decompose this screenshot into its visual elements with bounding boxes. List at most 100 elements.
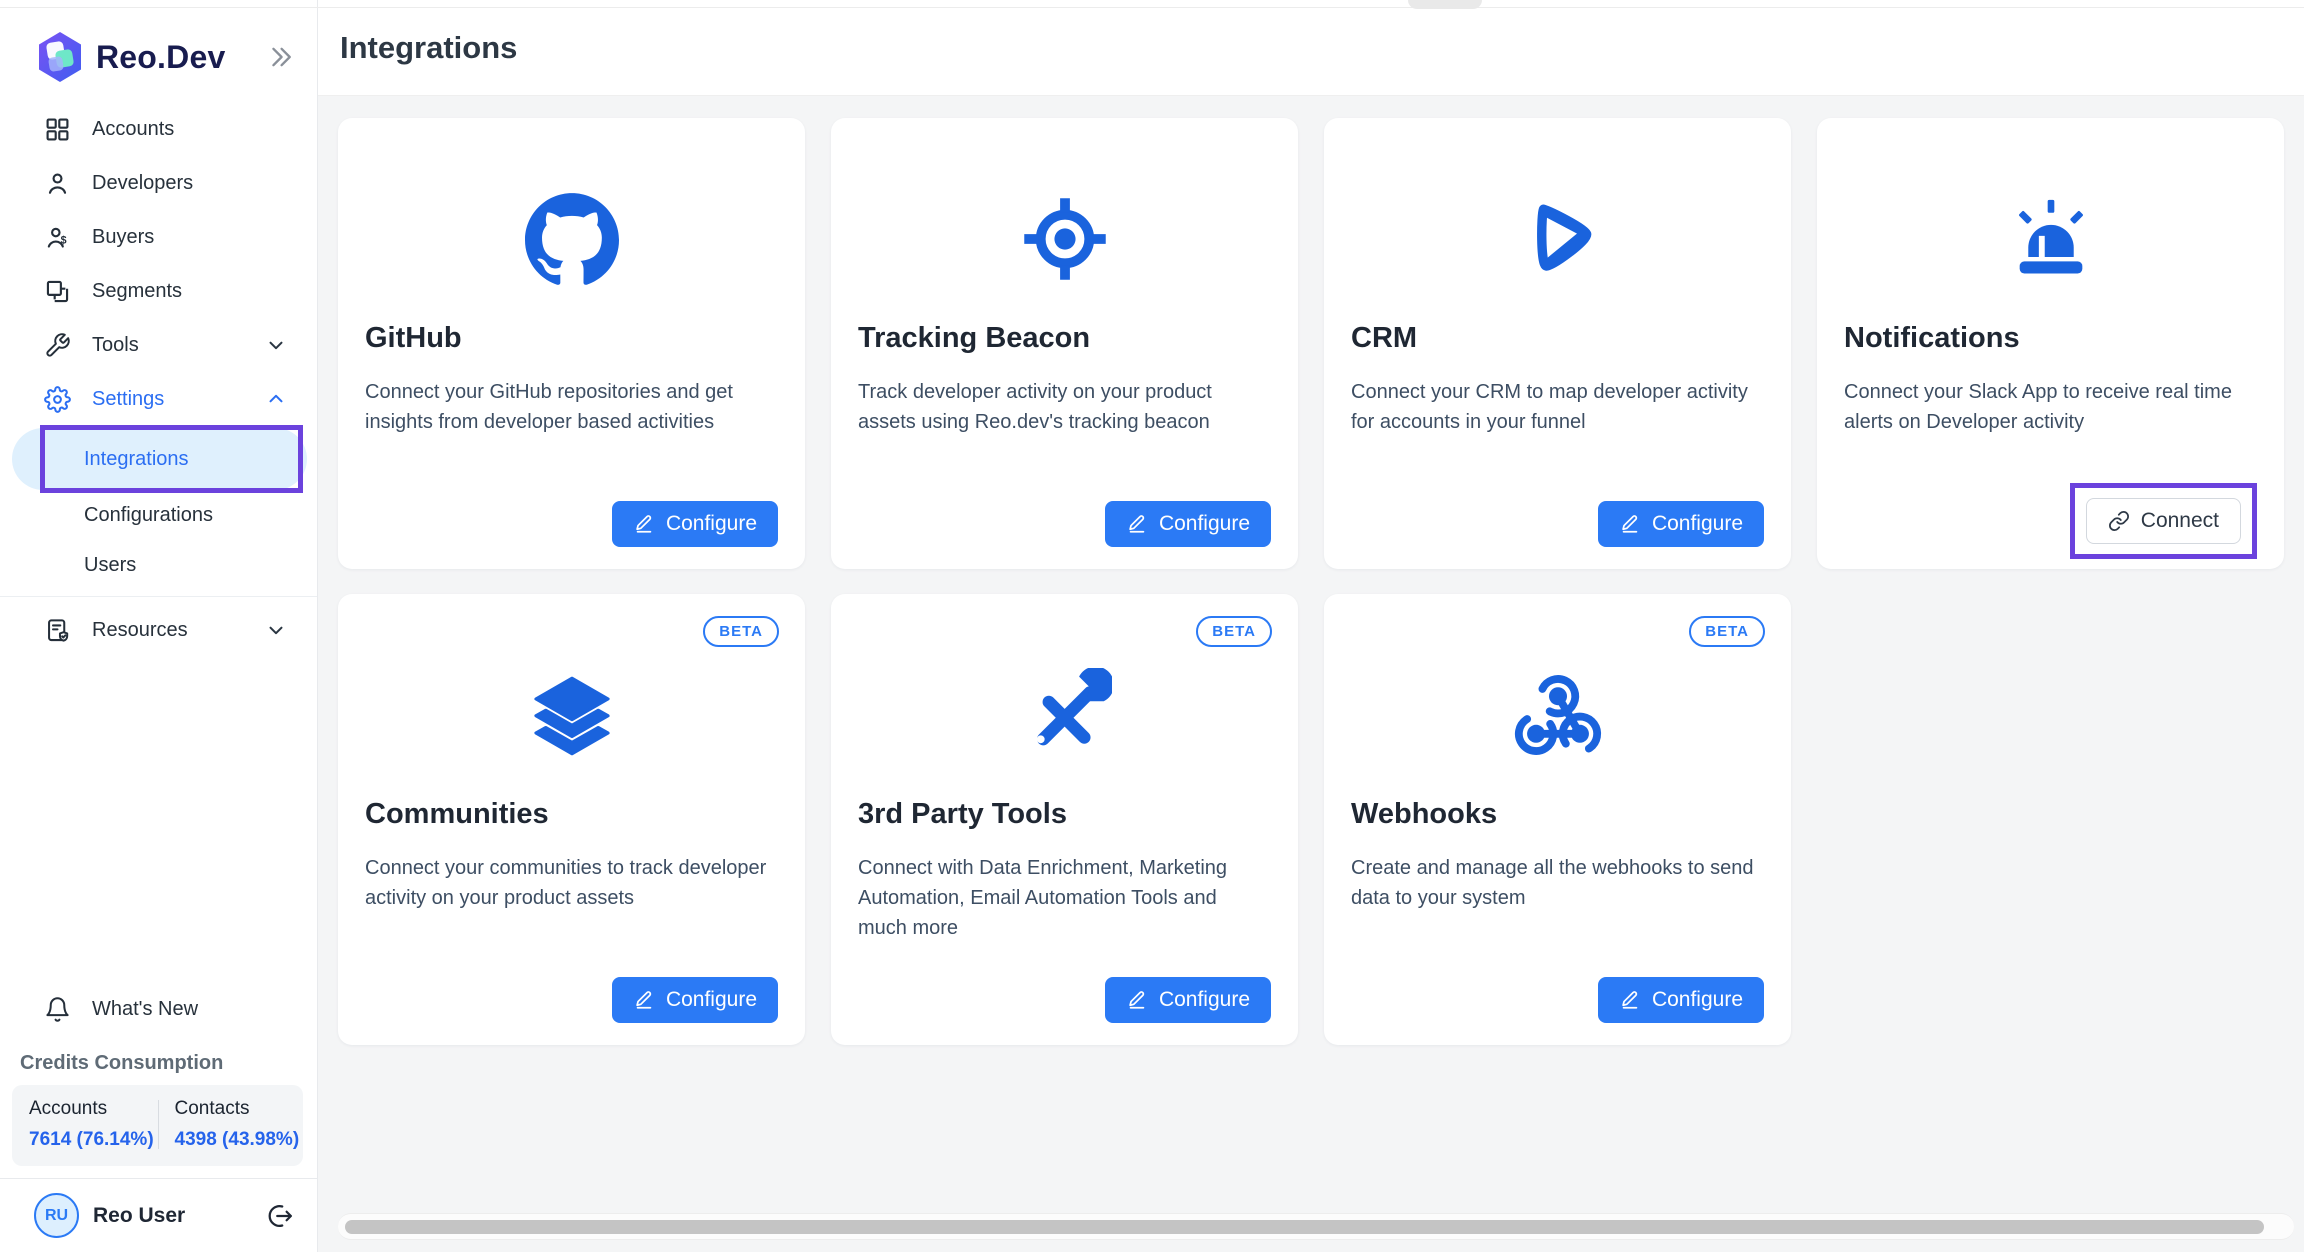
- whats-new-button[interactable]: What's New: [0, 982, 317, 1036]
- card-title: Communities: [365, 798, 778, 831]
- button-label: Configure: [1652, 512, 1743, 536]
- avatar: RU: [34, 1193, 79, 1238]
- integration-card-crm: CRM Connect your CRM to map developer ac…: [1324, 118, 1791, 569]
- edit-pencil-icon: [633, 513, 655, 535]
- card-title: 3rd Party Tools: [858, 798, 1271, 831]
- gear-icon: [44, 386, 71, 413]
- sidebar-bottom: What's New Credits Consumption Accounts …: [0, 982, 317, 1252]
- configure-button[interactable]: Configure: [1105, 977, 1271, 1023]
- edit-pencil-icon: [1126, 989, 1148, 1011]
- button-label: Configure: [1159, 988, 1250, 1012]
- logo-row: Reo.Dev: [0, 0, 317, 96]
- chevron-up-icon: [265, 388, 287, 410]
- integration-card-3rd-party-tools: BETA 3rd Party Tools Connect with Da: [831, 594, 1298, 1045]
- crosshair-icon: [858, 164, 1271, 314]
- sidebar-item-settings[interactable]: Settings: [0, 372, 317, 426]
- reo-dev-logo-icon: [36, 31, 84, 83]
- card-description: Track developer activity on your product…: [858, 377, 1271, 437]
- integration-card-github: GitHub Connect your GitHub repositories …: [338, 118, 805, 569]
- configure-button[interactable]: Configure: [612, 501, 778, 547]
- webhook-icon: [1351, 640, 1764, 790]
- button-label: Connect: [2141, 509, 2219, 533]
- button-label: Configure: [1159, 512, 1250, 536]
- chevron-down-icon: [265, 334, 287, 356]
- sidebar-item-resources[interactable]: Resources: [0, 603, 317, 657]
- link-icon: [2108, 510, 2130, 532]
- main-area: Integrations GitHub Connect your GitHub …: [318, 0, 2304, 1252]
- sidebar-item-configurations[interactable]: Configurations: [0, 490, 317, 540]
- main-header: Integrations: [318, 0, 2304, 96]
- card-title: CRM: [1351, 322, 1764, 355]
- horizontal-scrollbar-track[interactable]: [338, 1213, 2294, 1240]
- sidebar: Reo.Dev Accounts Developers: [0, 0, 318, 1252]
- horizontal-scrollbar-thumb[interactable]: [345, 1220, 2264, 1234]
- annotation-highlight-connect: Connect: [2070, 483, 2257, 559]
- sidebar-item-users[interactable]: Users: [0, 540, 317, 590]
- sidebar-item-label: Integrations: [84, 448, 189, 471]
- edit-pencil-icon: [633, 989, 655, 1011]
- sidebar-item-segments[interactable]: Segments: [0, 264, 317, 318]
- segments-icon: [44, 278, 71, 305]
- sidebar-item-label: Settings: [92, 388, 164, 411]
- user-dollar-icon: $: [44, 224, 71, 251]
- bell-icon: [44, 996, 71, 1023]
- crossed-tools-icon: [858, 640, 1271, 790]
- edit-pencil-icon: [1619, 989, 1641, 1011]
- beta-badge: BETA: [703, 616, 779, 647]
- configure-button[interactable]: Configure: [1598, 977, 1764, 1023]
- card-description: Create and manage all the webhooks to se…: [1351, 853, 1764, 913]
- sidebar-item-label: Segments: [92, 280, 182, 303]
- user-name: Reo User: [93, 1204, 185, 1228]
- credits-box: Accounts 7614 (76.14%) Contacts 4398 (43…: [12, 1085, 303, 1166]
- sidebar-item-accounts[interactable]: Accounts: [0, 102, 317, 156]
- sidebar-item-label: Developers: [92, 172, 193, 195]
- sidebar-item-integrations[interactable]: Integrations: [12, 428, 307, 490]
- user-icon: [44, 170, 71, 197]
- sidebar-item-label: Configurations: [84, 504, 213, 527]
- integration-card-tracking-beacon: Tracking Beacon Track developer activity…: [831, 118, 1298, 569]
- integration-card-notifications: Notifications Connect your Slack App to …: [1817, 118, 2284, 569]
- sidebar-collapse-icon[interactable]: [267, 43, 295, 71]
- card-title: GitHub: [365, 322, 778, 355]
- window-top-border: [0, 7, 2304, 8]
- sidebar-item-label: Buyers: [92, 226, 154, 249]
- document-shield-icon: [44, 617, 71, 644]
- credits-heading: Credits Consumption: [20, 1052, 317, 1075]
- button-label: Configure: [666, 988, 757, 1012]
- chevron-down-icon: [265, 619, 287, 641]
- grid-icon: [44, 116, 71, 143]
- sidebar-item-label: Resources: [92, 619, 188, 642]
- sidebar-item-buyers[interactable]: $ Buyers: [0, 210, 317, 264]
- layers-icon: [365, 640, 778, 790]
- siren-icon: [1844, 164, 2257, 314]
- button-label: Configure: [666, 512, 757, 536]
- card-description: Connect your Slack App to receive real t…: [1844, 377, 2257, 437]
- window-drag-handle: [1408, 0, 1482, 9]
- card-title: Tracking Beacon: [858, 322, 1271, 355]
- card-description: Connect your CRM to map developer activi…: [1351, 377, 1764, 437]
- sidebar-item-developers[interactable]: Developers: [0, 156, 317, 210]
- integration-card-webhooks: BETA Webhooks: [1324, 594, 1791, 1045]
- sidebar-item-label: Accounts: [92, 118, 174, 141]
- sidebar-item-tools[interactable]: Tools: [0, 318, 317, 372]
- card-description: Connect with Data Enrichment, Marketing …: [858, 853, 1271, 943]
- credits-contacts-label: Contacts: [175, 1098, 304, 1120]
- app-root: Reo.Dev Accounts Developers: [0, 0, 2304, 1252]
- credits-accounts-value: 7614 (76.14%): [29, 1129, 158, 1151]
- svg-text:$: $: [61, 234, 67, 246]
- configure-button[interactable]: Configure: [1598, 501, 1764, 547]
- sidebar-divider: [0, 596, 317, 597]
- credits-accounts-cell: Accounts 7614 (76.14%): [12, 1098, 158, 1151]
- integration-card-communities: BETA Communities Connect your communitie…: [338, 594, 805, 1045]
- configure-button[interactable]: Configure: [1105, 501, 1271, 547]
- configure-button[interactable]: Configure: [612, 977, 778, 1023]
- connect-button[interactable]: Connect: [2086, 498, 2241, 544]
- card-description: Connect your communities to track develo…: [365, 853, 778, 913]
- button-label: Configure: [1652, 988, 1743, 1012]
- integrations-grid: GitHub Connect your GitHub repositories …: [318, 96, 2304, 1045]
- whats-new-label: What's New: [92, 998, 198, 1021]
- card-title: Notifications: [1844, 322, 2257, 355]
- logout-icon[interactable]: [265, 1201, 295, 1231]
- beta-badge: BETA: [1196, 616, 1272, 647]
- settings-subnav: Integrations Configurations Users: [0, 426, 317, 590]
